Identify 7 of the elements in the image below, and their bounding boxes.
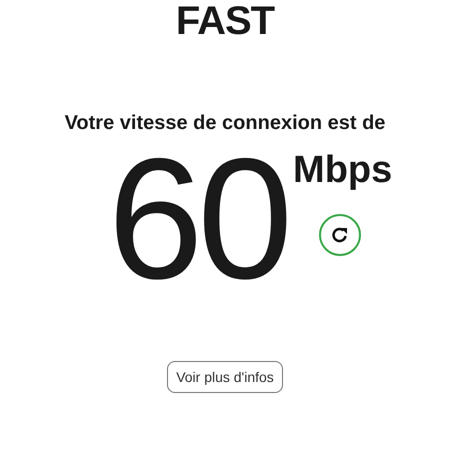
- refresh-icon: [330, 225, 350, 245]
- logo: FAST: [176, 1, 274, 41]
- speed-value: 60: [108, 149, 288, 289]
- more-info-button[interactable]: Voir plus d'infos: [167, 361, 283, 393]
- speed-unit: Mbps: [293, 151, 392, 189]
- heading: Votre vitesse de connexion est de: [64, 113, 386, 133]
- refresh-button[interactable]: [318, 214, 361, 256]
